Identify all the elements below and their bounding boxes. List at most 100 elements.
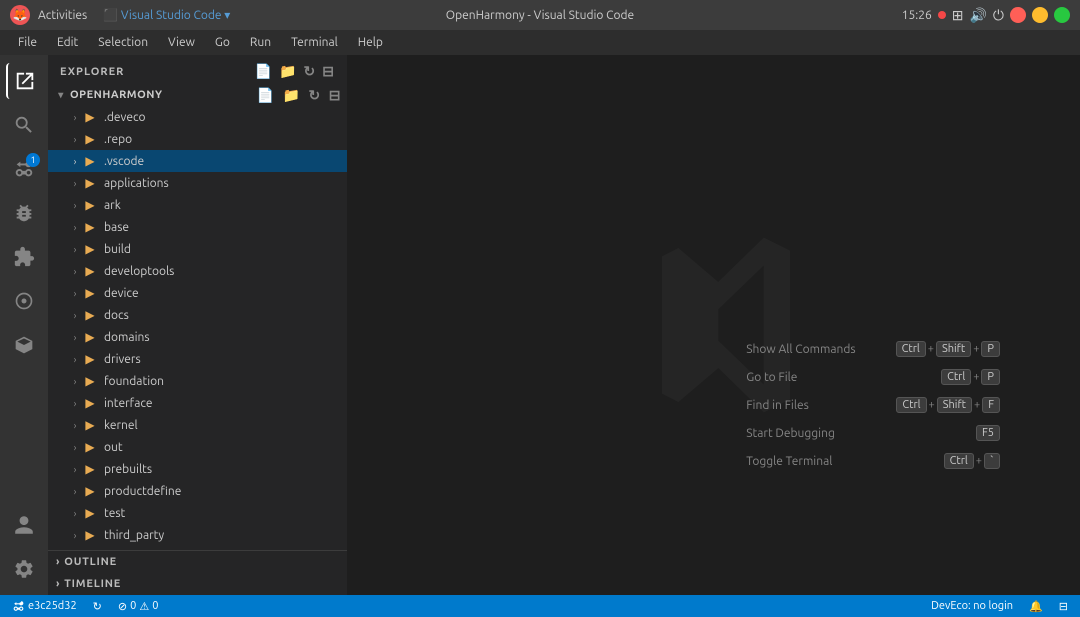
tree-item-applications[interactable]: › ▶ applications bbox=[48, 172, 347, 194]
drivers-chevron: › bbox=[68, 352, 82, 366]
menu-edit[interactable]: Edit bbox=[49, 34, 86, 51]
status-notification-icon[interactable]: 🔔 bbox=[1025, 600, 1047, 613]
timeline-panel-header[interactable]: › TIMELINE bbox=[48, 573, 347, 595]
new-file-btn[interactable]: 📄 bbox=[255, 86, 277, 105]
plus-4: + bbox=[929, 399, 935, 411]
menu-terminal[interactable]: Terminal bbox=[283, 34, 346, 51]
refresh-btn[interactable]: ↻ bbox=[307, 86, 323, 105]
tree-item-device[interactable]: › ▶ device bbox=[48, 282, 347, 304]
collapse-icon[interactable]: ⊟ bbox=[322, 63, 335, 80]
activity-account[interactable] bbox=[6, 507, 42, 543]
activity-remote[interactable] bbox=[6, 283, 42, 319]
menu-file[interactable]: File bbox=[10, 34, 45, 51]
interface-label: interface bbox=[104, 397, 153, 410]
out-chevron: › bbox=[68, 440, 82, 454]
outline-panel-header[interactable]: › OUTLINE bbox=[48, 551, 347, 573]
cmd-start-debugging-label: Start Debugging bbox=[746, 427, 835, 440]
domains-folder-icon: ▶ bbox=[82, 329, 98, 345]
root-folder-item[interactable]: ▾ OPENHARMONY 📄 📁 ↻ ⊟ bbox=[48, 84, 347, 106]
tree-item-vscode[interactable]: › ▶ .vscode bbox=[48, 150, 347, 172]
base-chevron: › bbox=[68, 220, 82, 234]
activity-debug[interactable] bbox=[6, 195, 42, 231]
status-layout-icon[interactable]: ⊟ bbox=[1055, 600, 1072, 613]
app-name-label: ⬛ Visual Studio Code ▾ bbox=[103, 8, 230, 22]
tree-item-interface[interactable]: › ▶ interface bbox=[48, 392, 347, 414]
cmd-toggle-terminal: Toggle Terminal Ctrl + ` bbox=[746, 447, 1000, 475]
status-sync[interactable]: ↻ bbox=[89, 600, 106, 613]
out-label: out bbox=[104, 441, 123, 454]
activities-label[interactable]: Activities bbox=[38, 9, 87, 22]
sync-icon: ↻ bbox=[93, 600, 102, 613]
repo-label: .repo bbox=[104, 133, 132, 146]
source-control-badge: 1 bbox=[26, 153, 40, 167]
window-max-button[interactable] bbox=[1054, 7, 1070, 23]
status-errors[interactable]: ⊘ 0 ⚠ 0 bbox=[114, 600, 163, 613]
key-ctrl-3: Ctrl bbox=[896, 397, 926, 413]
status-branch[interactable]: e3c25d32 bbox=[8, 600, 81, 613]
applications-folder-icon: ▶ bbox=[82, 175, 98, 191]
device-folder-icon: ▶ bbox=[82, 285, 98, 301]
developtools-chevron: › bbox=[68, 264, 82, 278]
menu-selection[interactable]: Selection bbox=[90, 34, 156, 51]
activity-extensions[interactable] bbox=[6, 239, 42, 275]
test-chevron: › bbox=[68, 506, 82, 520]
activity-settings[interactable] bbox=[6, 551, 42, 587]
activity-search[interactable] bbox=[6, 107, 42, 143]
prebuilts-chevron: › bbox=[68, 462, 82, 476]
tree-item-domains[interactable]: › ▶ domains bbox=[48, 326, 347, 348]
activity-explorer[interactable] bbox=[6, 63, 42, 99]
plus-1: + bbox=[928, 343, 934, 355]
tree-item-ark[interactable]: › ▶ ark bbox=[48, 194, 347, 216]
tree-item-prebuilts[interactable]: › ▶ prebuilts bbox=[48, 458, 347, 480]
activity-source-control[interactable]: 1 bbox=[6, 151, 42, 187]
menu-view[interactable]: View bbox=[160, 34, 203, 51]
timeline-chevron: › bbox=[56, 578, 60, 590]
cmd-toggle-terminal-label: Toggle Terminal bbox=[746, 455, 832, 468]
cmd-go-to-file-keys: Ctrl + P bbox=[941, 369, 1000, 385]
new-file-icon[interactable]: 📄 bbox=[255, 63, 273, 80]
tree-item-build[interactable]: › ▶ build bbox=[48, 238, 347, 260]
tree-item-drivers[interactable]: › ▶ drivers bbox=[48, 348, 347, 370]
refresh-icon[interactable]: ↻ bbox=[304, 63, 317, 80]
cmd-show-all-keys: Ctrl + Shift + P bbox=[896, 341, 1000, 357]
warning-icon: ⚠ bbox=[139, 600, 149, 613]
activity-openharmony[interactable] bbox=[6, 327, 42, 363]
tree-item-third-party[interactable]: › ▶ third_party bbox=[48, 524, 347, 546]
bell-icon: 🔔 bbox=[1029, 600, 1043, 613]
domains-chevron: › bbox=[68, 330, 82, 344]
tree-item-base[interactable]: › ▶ base bbox=[48, 216, 347, 238]
tree-item-test[interactable]: › ▶ test bbox=[48, 502, 347, 524]
window-close-button[interactable] bbox=[1010, 7, 1026, 23]
new-folder-btn[interactable]: 📁 bbox=[281, 86, 303, 105]
tree-item-docs[interactable]: › ▶ docs bbox=[48, 304, 347, 326]
deveco-label: .deveco bbox=[104, 111, 146, 124]
menu-run[interactable]: Run bbox=[242, 34, 279, 51]
interface-folder-icon: ▶ bbox=[82, 395, 98, 411]
tree-item-foundation[interactable]: › ▶ foundation bbox=[48, 370, 347, 392]
cmd-find-in-files-label: Find in Files bbox=[746, 399, 809, 412]
window-min-button[interactable] bbox=[1032, 7, 1048, 23]
menu-go[interactable]: Go bbox=[207, 34, 238, 51]
docs-label: docs bbox=[104, 309, 129, 322]
firefox-icon: 🦊 bbox=[10, 5, 30, 25]
vscode-folder-icon: ▶ bbox=[82, 153, 98, 169]
tree-item-developtools[interactable]: › ▶ developtools bbox=[48, 260, 347, 282]
tree-item-deveco[interactable]: › ▶ .deveco bbox=[48, 106, 347, 128]
sidebar-bottom: › OUTLINE › TIMELINE bbox=[48, 550, 347, 595]
cmd-find-in-files: Find in Files Ctrl + Shift + F bbox=[746, 391, 1000, 419]
cmd-go-to-file-label: Go to File bbox=[746, 371, 797, 384]
new-folder-icon[interactable]: 📁 bbox=[279, 63, 297, 80]
build-folder-icon: ▶ bbox=[82, 241, 98, 257]
third-party-folder-icon: ▶ bbox=[82, 527, 98, 543]
tree-item-out[interactable]: › ▶ out bbox=[48, 436, 347, 458]
collapse-btn[interactable]: ⊟ bbox=[327, 86, 343, 105]
tree-item-productdefine[interactable]: › ▶ productdefine bbox=[48, 480, 347, 502]
status-remote[interactable]: DevEco: no login bbox=[927, 600, 1017, 612]
drivers-folder-icon: ▶ bbox=[82, 351, 98, 367]
menu-help[interactable]: Help bbox=[350, 34, 391, 51]
key-shift-1: Shift bbox=[936, 341, 971, 357]
tree-item-repo[interactable]: › ▶ .repo bbox=[48, 128, 347, 150]
tree-item-kernel[interactable]: › ▶ kernel bbox=[48, 414, 347, 436]
third-party-label: third_party bbox=[104, 529, 164, 542]
foundation-folder-icon: ▶ bbox=[82, 373, 98, 389]
